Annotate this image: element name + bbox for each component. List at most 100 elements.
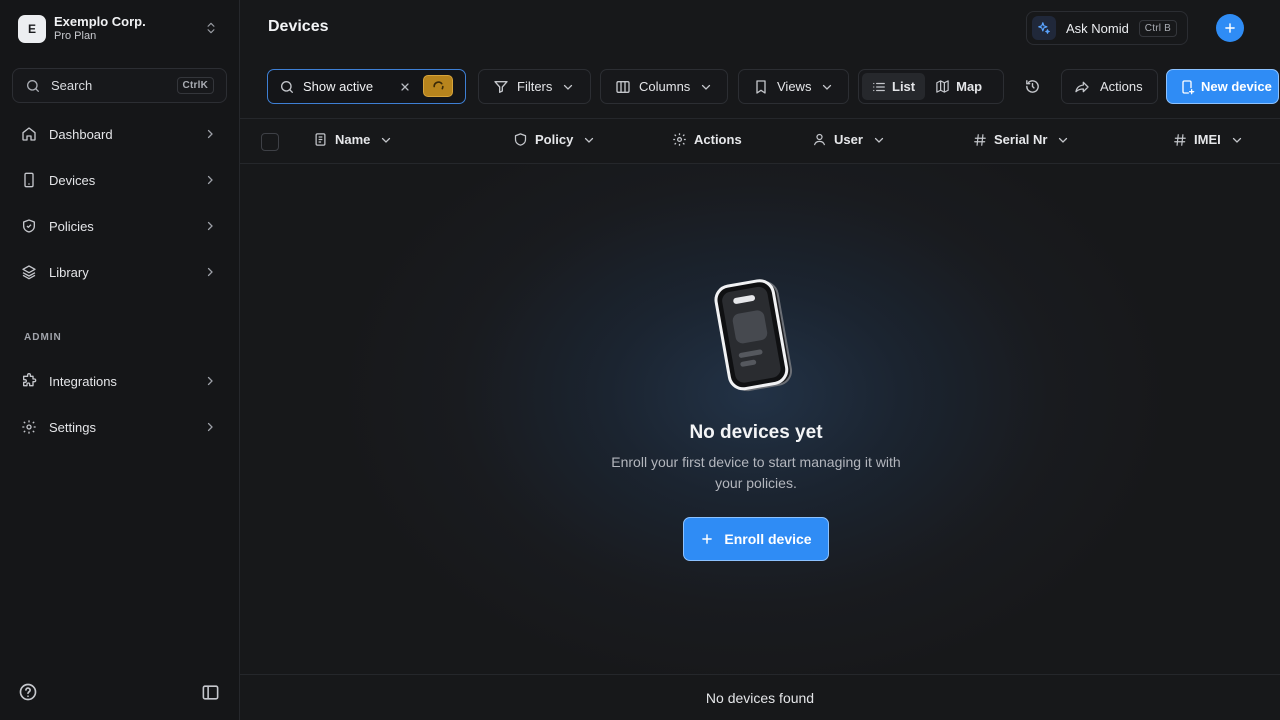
admin-section-label: ADMIN: [24, 332, 62, 343]
sidebar-item-library[interactable]: Library: [12, 255, 228, 289]
column-label: IMEI: [1194, 132, 1221, 147]
empty-state-area: [240, 164, 1280, 674]
actions-button[interactable]: Actions: [1061, 69, 1158, 104]
plus-icon: [1223, 21, 1237, 35]
device-icon: [21, 172, 37, 188]
column-header-actions: Actions: [672, 132, 742, 147]
list-icon: [872, 80, 886, 94]
sparkle-icon: [1032, 16, 1056, 40]
chevron-down-icon: [583, 134, 595, 146]
chevron-right-icon: [204, 375, 216, 387]
sidebar-item-integrations[interactable]: Integrations: [12, 364, 228, 398]
hash-icon: [973, 133, 987, 147]
chevron-down-icon: [700, 81, 712, 93]
chevron-down-icon: [821, 81, 833, 93]
columns-label: Columns: [639, 79, 691, 94]
hash-icon: [1173, 133, 1187, 147]
column-label: Policy: [535, 132, 574, 147]
org-switcher[interactable]: E Exemplo Corp. Pro Plan: [12, 10, 228, 48]
device-plus-icon: [1179, 79, 1195, 95]
map-icon: [935, 79, 950, 94]
enroll-device-button[interactable]: Enroll device: [683, 517, 829, 561]
chevrons-up-down-icon: [204, 21, 218, 35]
view-list-label: List: [892, 79, 916, 94]
shield-icon: [21, 218, 37, 234]
chevron-down-icon: [562, 81, 574, 93]
column-header-policy[interactable]: Policy: [513, 132, 595, 147]
empty-state-title: No devices yet: [689, 422, 823, 443]
add-button[interactable]: [1216, 14, 1244, 42]
view-map-label: Map: [956, 79, 983, 94]
puzzle-icon: [21, 373, 37, 389]
phone-illustration-icon: [706, 278, 806, 398]
document-icon: [313, 132, 328, 147]
enroll-device-label: Enroll device: [724, 531, 812, 547]
plus-icon: [700, 532, 714, 546]
view-list-option[interactable]: List: [862, 73, 926, 100]
new-device-label: New device: [1201, 79, 1272, 94]
sidebar-item-label: Policies: [49, 218, 94, 234]
views-button[interactable]: Views: [738, 69, 849, 104]
layers-icon: [21, 264, 37, 280]
column-label: Actions: [694, 132, 742, 147]
gear-icon: [672, 132, 687, 147]
page-title: Devices: [268, 18, 329, 35]
sidebar-item-label: Library: [49, 264, 89, 280]
filters-label: Filters: [517, 79, 553, 94]
org-info: Exemplo Corp. Pro Plan: [54, 14, 146, 44]
search-icon: [25, 78, 41, 94]
shield-icon: [513, 132, 528, 147]
chevron-down-icon: [873, 134, 885, 146]
table-footer-status: No devices found: [240, 674, 1280, 720]
sidebar-search[interactable]: Search CtrlK: [12, 68, 227, 103]
search-icon: [279, 79, 295, 95]
columns-button[interactable]: Columns: [600, 69, 728, 104]
column-header-serial-nr[interactable]: Serial Nr: [973, 132, 1069, 147]
table-header: Name Policy Actions User Serial Nr IMEI: [240, 118, 1280, 164]
column-label: Serial Nr: [994, 132, 1048, 147]
loading-spinner-icon[interactable]: [423, 75, 453, 97]
filter-input-value: Show active: [303, 79, 374, 94]
filter-icon: [493, 79, 509, 95]
filters-button[interactable]: Filters: [478, 69, 591, 104]
sidebar-item-dashboard[interactable]: Dashboard: [12, 117, 228, 151]
ask-nomid-button[interactable]: Ask Nomid Ctrl B: [1026, 11, 1188, 45]
ask-shortcut: Ctrl B: [1138, 20, 1177, 37]
sidebar-item-label: Integrations: [49, 373, 117, 389]
empty-state-subtitle: Enroll your first device to start managi…: [611, 454, 901, 491]
chevron-right-icon: [204, 128, 216, 140]
org-avatar: E: [18, 15, 46, 43]
sidebar-item-devices[interactable]: Devices: [12, 163, 228, 197]
column-header-name[interactable]: Name: [313, 132, 392, 147]
search-label: Search: [51, 78, 93, 93]
sidebar: E Exemplo Corp. Pro Plan Search CtrlK Da…: [0, 0, 240, 720]
close-icon[interactable]: [399, 81, 411, 93]
chevron-right-icon: [204, 174, 216, 186]
chevron-down-icon: [1057, 134, 1069, 146]
help-icon[interactable]: [18, 682, 38, 702]
footer-status-text: No devices found: [705, 689, 815, 706]
sidebar-toggle-icon[interactable]: [201, 683, 220, 702]
columns-icon: [615, 79, 631, 95]
column-header-imei[interactable]: IMEI: [1173, 132, 1243, 147]
actions-label: Actions: [1100, 79, 1143, 94]
home-icon: [21, 126, 37, 142]
new-device-button[interactable]: New device: [1166, 69, 1279, 104]
sidebar-item-policies[interactable]: Policies: [12, 209, 228, 243]
views-label: Views: [777, 79, 812, 94]
user-icon: [812, 132, 827, 147]
view-map-option[interactable]: Map: [925, 73, 992, 100]
org-name: Exemplo Corp.: [54, 14, 146, 29]
chevron-down-icon: [380, 134, 392, 146]
column-header-user[interactable]: User: [812, 132, 885, 147]
column-label: Name: [335, 132, 371, 147]
chevron-down-icon: [1231, 134, 1243, 146]
refresh-icon[interactable]: [1024, 78, 1041, 95]
select-all-checkbox[interactable]: [261, 133, 279, 151]
org-plan: Pro Plan: [54, 30, 97, 42]
filter-search-input[interactable]: Show active: [267, 69, 466, 104]
chevron-right-icon: [204, 220, 216, 232]
chevron-right-icon: [204, 266, 216, 278]
sidebar-item-label: Devices: [49, 172, 96, 188]
ask-nomid-label: Ask Nomid: [1066, 20, 1129, 36]
